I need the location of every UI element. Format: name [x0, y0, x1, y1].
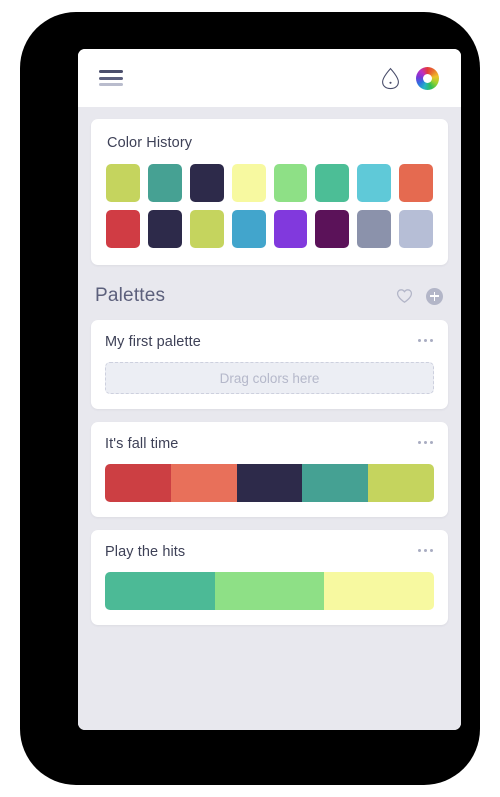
color-swatch[interactable]: [106, 164, 140, 202]
palette-color-segment[interactable]: [170, 464, 237, 502]
hamburger-bar: [99, 70, 123, 73]
more-options-dot: [424, 441, 427, 444]
add-palette-button[interactable]: [426, 287, 443, 305]
color-swatch[interactable]: [147, 210, 182, 248]
color-swatch[interactable]: [357, 210, 392, 248]
color-history-row: [106, 210, 433, 248]
palette-card: Play the hits: [91, 530, 448, 625]
color-swatch[interactable]: [357, 164, 392, 202]
phone-mockup-frame: Color History Palettes My first palette D…: [20, 12, 480, 785]
hamburger-bar: [99, 76, 123, 80]
color-swatch[interactable]: [189, 210, 224, 248]
hamburger-bar: [99, 83, 123, 86]
palette-color-strip: [105, 572, 434, 610]
more-options-dot: [418, 549, 421, 552]
color-swatch[interactable]: [399, 210, 433, 248]
palette-name: My first palette: [105, 334, 201, 350]
more-options-dot: [430, 339, 433, 342]
palette-name: It's fall time: [105, 436, 179, 452]
more-options-icon[interactable]: [418, 334, 434, 342]
color-swatch[interactable]: [106, 210, 140, 248]
phone-screen: Color History Palettes My first palette D…: [78, 49, 461, 730]
palette-color-segment[interactable]: [105, 572, 215, 610]
droplet-icon[interactable]: [378, 66, 402, 90]
more-options-dot: [430, 441, 433, 444]
palette-color-segment[interactable]: [324, 572, 434, 610]
palette-name: Play the hits: [105, 544, 186, 560]
color-swatch[interactable]: [399, 164, 433, 202]
palette-color-strip: [105, 464, 434, 502]
palette-dropzone[interactable]: Drag colors here: [105, 362, 434, 394]
more-options-dot: [424, 549, 427, 552]
color-swatch[interactable]: [273, 210, 308, 248]
color-swatch[interactable]: [315, 164, 350, 202]
palettes-actions: [392, 284, 443, 308]
palette-card: My first palette Drag colors here: [91, 320, 448, 409]
more-options-dot: [424, 339, 427, 342]
color-history-swatches: [106, 164, 433, 248]
app-header: [78, 49, 461, 107]
more-options-dot: [418, 339, 421, 342]
heart-icon[interactable]: [392, 284, 416, 308]
color-swatch[interactable]: [273, 164, 308, 202]
palettes-title: Palettes: [95, 285, 166, 306]
color-swatch[interactable]: [189, 164, 224, 202]
more-options-icon[interactable]: [418, 436, 434, 444]
palette-color-segment[interactable]: [214, 572, 325, 610]
color-swatch[interactable]: [231, 210, 266, 248]
hamburger-menu-icon[interactable]: [99, 70, 123, 86]
palette-card-header: Play the hits: [105, 544, 434, 560]
header-actions: [378, 66, 439, 90]
color-history-title: Color History: [107, 135, 193, 151]
color-swatch[interactable]: [231, 164, 266, 202]
app-body: Color History Palettes My first palette D…: [78, 107, 461, 730]
color-history-row: [106, 164, 433, 202]
palette-card-header: My first palette: [105, 334, 434, 350]
palette-card-header: It's fall time: [105, 436, 434, 452]
color-wheel-icon[interactable]: [416, 66, 439, 90]
palette-card: It's fall time: [91, 422, 448, 517]
palette-color-segment[interactable]: [302, 464, 369, 502]
palette-card-list: My first palette Drag colors here It's fal…: [91, 320, 448, 625]
more-options-icon[interactable]: [418, 544, 434, 552]
color-swatch[interactable]: [315, 210, 350, 248]
palette-color-segment[interactable]: [105, 464, 171, 502]
palette-color-segment[interactable]: [236, 464, 303, 502]
more-options-dot: [430, 549, 433, 552]
more-options-dot: [418, 441, 421, 444]
color-swatch[interactable]: [147, 164, 182, 202]
palettes-section-header: Palettes: [91, 265, 448, 320]
color-history-card: Color History: [91, 119, 448, 265]
palette-color-segment[interactable]: [368, 464, 434, 502]
